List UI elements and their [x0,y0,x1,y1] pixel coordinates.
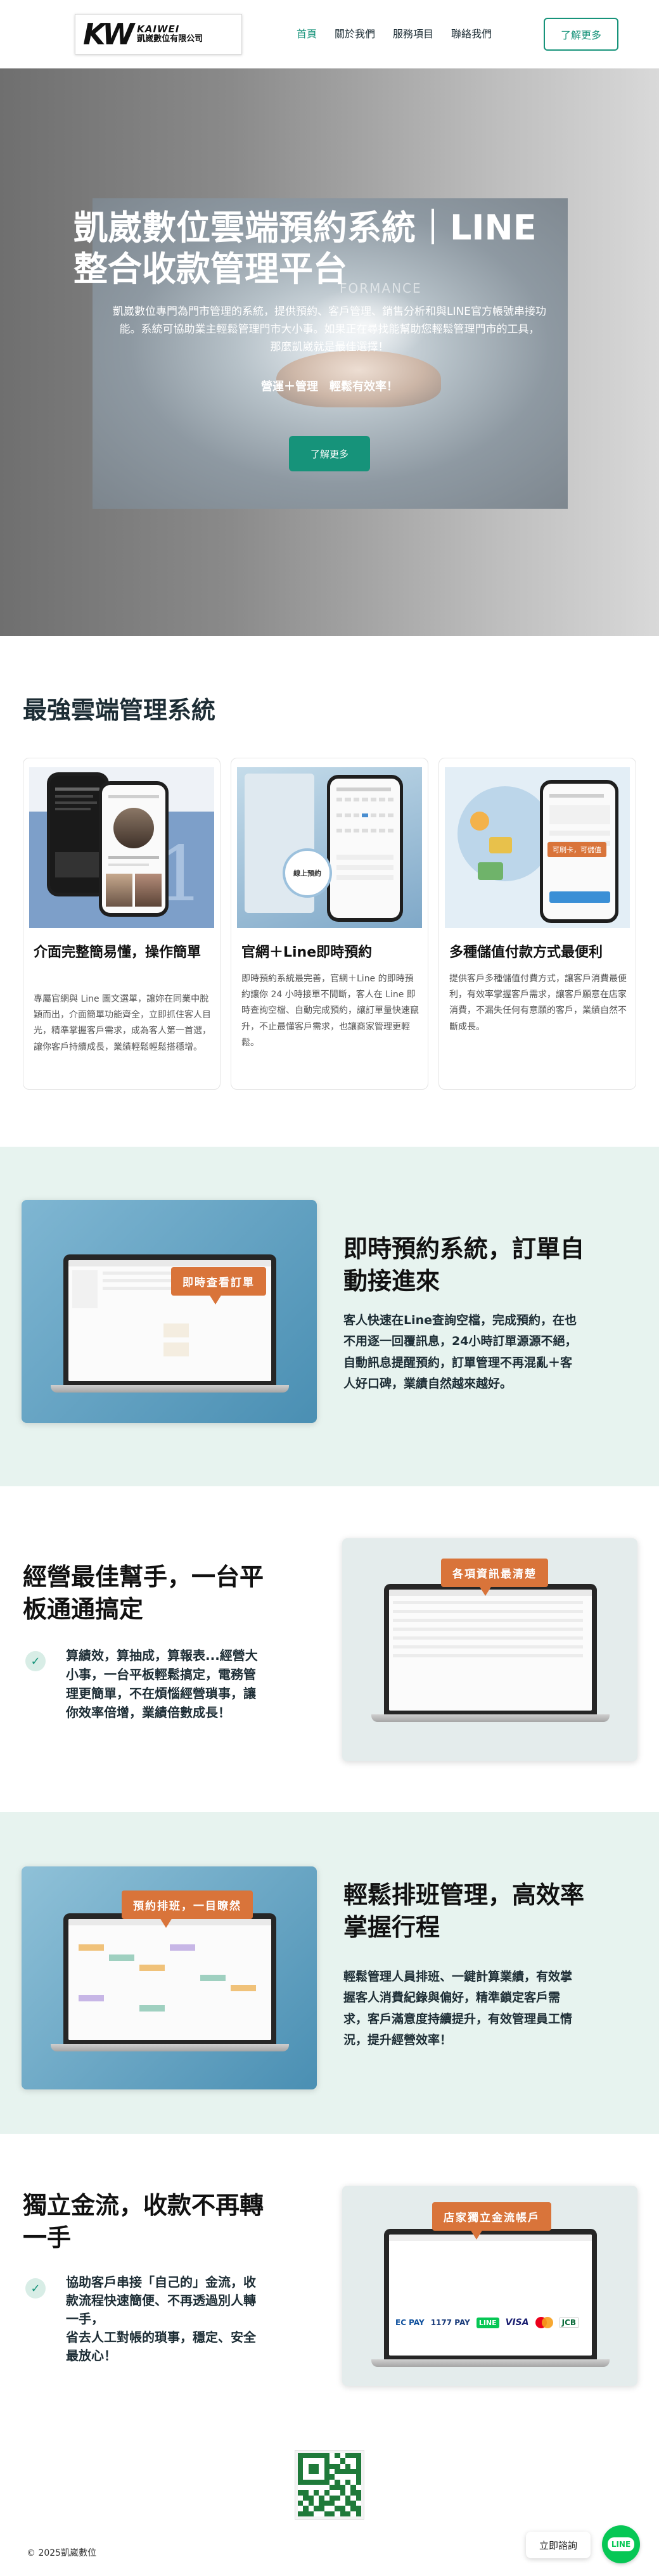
feature-payment-title-line1: 獨立金流，收款不再轉 [23,2191,264,2219]
feature-schedule-section: 預約排班，一目瞭然 輕鬆排班管理，高效率 掌握行程 輕鬆管理人員排班、一鍵計算業… [0,1812,659,2134]
card-payment-text: 提供客戶多種儲值付費方式，讓客戶消費最便利，有效率掌握客戶需求，讓客戶願意在店家… [449,974,627,1032]
feature-payment-point-line5: 最放心！ [66,2348,117,2363]
feature-booking-section: 即時查看訂單 即時預約系統，訂單自 動接進來 客人快速在Line查詢空檔，完成預… [0,1147,659,1486]
feature-schedule-text-line4: 況，提升經營效率！ [343,2032,452,2047]
hero-title: 凱崴數位雲端預約系統｜LINE 整合收款管理平台 [74,208,593,290]
feature-schedule-image: 預約排班，一目瞭然 [22,1866,317,2089]
feature-schedule-text-line1: 輕鬆管理人員排班、一鍵計算業績，有效掌 [343,1970,573,1984]
feature-booking-title: 即時預約系統，訂單自 動接進來 [343,1233,584,1298]
line-qr-code [295,2451,364,2519]
feature-payment-bubble: 店家獨立金流帳戶 [432,2202,551,2240]
feature-payment-point-line2: 款流程快速簡便、不再透過別人轉 [66,2293,256,2308]
feature-schedule-bubble: 預約排班，一目瞭然 [122,1891,253,1928]
feature-tablet-point-line3: 理更簡單，不在煩惱經營瑣事，讓 [66,1686,256,1701]
nav-contact[interactable]: 聯絡我們 [451,25,492,41]
check-icon: ✓ [25,1651,46,1671]
feature-tablet-image: 各項資訊最清楚 [342,1538,637,1761]
card-interface-image: 1 [29,767,214,928]
feature-payment-point-line4: 省去人工對帳的瑣事，穩定、安全 [66,2330,256,2345]
feature-card-interface: 1 介面完整簡易懂，操作簡單 專屬官網與 Line 圖文選單，讓妳在同業中脫穎而… [23,758,221,1090]
feature-card-booking: 線上預約 官網＋Line即時預約 即時預約系統最完善，官網＋Line 的即時預約… [231,758,428,1090]
feature-schedule-text: 輕鬆管理人員排班、一鍵計算業績，有效掌 握客人消費紀錄與偏好，精準鎖定客戶需 求… [343,1967,572,2051]
feature-booking-text: 客人快速在Line查詢空檔，完成預約，在也 不用逐一回覆訊息，24小時訂單源源不… [343,1310,577,1394]
feature-booking-text-line2: 不用逐一回覆訊息，24小時訂單源源不絕， [343,1334,577,1349]
feature-tablet-point: 算績效，算抽成，算報表...經營大 小事，一台平板輕鬆搞定，電務管 理更簡單，不… [66,1646,258,1722]
feature-schedule-title-line2: 掌握行程 [343,1913,440,1942]
feature-payment-title-line2: 一手 [23,2224,72,2252]
nav-home[interactable]: 首頁 [297,25,317,41]
feature-tablet-title-line1: 經營最佳幫手，一台平 [23,1563,264,1591]
hero-title-line1: 凱崴數位雲端預約系統｜LINE [74,208,537,248]
hero-section: FORMANCE 凱崴數位雲端預約系統｜LINE 整合收款管理平台 凱崴數位專門… [0,68,659,636]
card-payment-title: 多種儲值付款方式最便利 [449,945,603,960]
logo-mark: KW [83,17,134,51]
copyright: © 2025凱崴數位 [27,2548,97,2558]
mastercard-logo [535,2317,553,2328]
feature-booking-text-line3: 自動訊息提醒預約，訂單管理不再混亂＋客 [343,1355,573,1370]
feature-tablet-point-line2: 小事，一台平板輕鬆搞定，電務管 [66,1667,256,1682]
feature-card-payment: 可刷卡，可儲值 多種儲值付款方式最便利 提供客戶多種儲值付費方式，讓客戶消費最便… [438,758,636,1090]
site-header: KW KAIWEI 凱崴數位有限公司 首頁 關於我們 服務項目 聯絡我們 了解更… [0,0,659,68]
line-pay-logo: LINE [476,2317,499,2328]
hero-description: 凱崴數位專門為門市管理的系統，提供預約、客戶管理、銷售分析和與LINE官方帳號串… [70,303,589,356]
1177pay-logo: 1177 PAY [430,2318,470,2327]
ecpay-logo: EC PAY [395,2318,425,2327]
hero-desc-line2: 能。系統可協助業主輕鬆管理門市大小事。如果正在尋找能幫助您輕鬆管理門市的工具， [119,323,540,336]
visa-logo: VISA [505,2318,529,2328]
feature-payment-point: 協助客戶串接「自己的」金流，收 款流程快速簡便、不再透過別人轉 一手， 省去人工… [66,2273,256,2365]
section-cloud-title: 最強雲端管理系統 [23,696,216,724]
feature-booking-bubble: 即時查看訂單 [171,1267,266,1304]
check-icon: ✓ [25,2278,46,2299]
feature-tablet-point-line4: 你效率倍增，業績倍數成長！ [66,1705,231,1720]
logo-text: KAIWEI 凱崴數位有限公司 [137,23,203,44]
feature-payment-point-line3: 一手， [66,2311,104,2326]
card-booking-badge: 線上預約 [293,869,321,877]
card-booking-image: 線上預約 [237,767,422,928]
feature-tablet-title: 經營最佳幫手，一台平 板通通搞定 [23,1561,264,1626]
hero-desc-line3: 那麼凱崴就是最佳選擇！ [270,341,389,354]
card-interface-text: 專屬官網與 Line 圖文選單，讓妳在同業中脫穎而出，介面簡單功能齊全，立即抓住… [34,994,211,1052]
feature-payment-image: EC PAY 1177 PAY LINE VISA JCB 店家獨立金流帳戶 [342,2186,637,2386]
card-booking-title: 官網＋Line即時預約 [241,945,373,960]
nav-about[interactable]: 關於我們 [335,25,375,41]
logo-mark-text: KW [83,17,134,51]
hero-learn-more-button[interactable]: 了解更多 [289,436,370,471]
feature-tablet-bubble: 各項資訊最清楚 [441,1559,548,1596]
consult-button[interactable]: 立即諮詢 [526,2532,591,2558]
card-payment-image: 可刷卡，可儲值 [445,767,630,928]
card-interface-title: 介面完整簡易懂，操作簡單 [34,945,202,960]
line-chat-button[interactable]: LINE [602,2525,640,2563]
feature-tablet-section: 經營最佳幫手，一台平 板通通搞定 ✓ 算績效，算抽成，算報表...經營大 小事，… [0,1486,659,1812]
feature-schedule-title-line1: 輕鬆排班管理，高效率 [343,1881,585,1909]
feature-booking-text-line4: 人好口碑，業績自然越來越好。 [343,1376,513,1391]
hero-title-line2: 整合收款管理平台 [74,248,347,289]
logo-en: KAIWEI [137,23,180,35]
nav-services[interactable]: 服務項目 [393,25,433,41]
card-payment-badge: 可刷卡，可儲值 [547,842,606,857]
header-learn-more-button[interactable]: 了解更多 [544,18,618,51]
feature-payment-point-line1: 協助客戶串接「自己的」金流，收 [66,2274,256,2290]
logo[interactable]: KW KAIWEI 凱崴數位有限公司 [75,14,242,54]
feature-schedule-text-line2: 握客人消費紀錄與偏好，精準鎖定客戶需 [343,1991,561,2005]
hero-desc-line1: 凱崴數位專門為門市管理的系統，提供預約、客戶管理、銷售分析和與LINE官方帳號串… [113,305,546,318]
feature-schedule-text-line3: 求，客戶滿意度持續提升，有效管理員工情 [343,2012,573,2026]
jcb-logo: JCB [559,2318,579,2328]
card-booking-text: 即時預約系統最完善，官網＋Line 的即時預約讓你 24 小時接單不間斷，客人在… [241,974,419,1048]
feature-tablet-title-line2: 板通通搞定 [23,1595,144,1624]
feature-booking-text-line1: 客人快速在Line查詢空檔，完成預約，在也 [343,1313,577,1327]
feature-schedule-title: 輕鬆排班管理，高效率 掌握行程 [343,1879,584,1944]
hero-tagline: 營運＋管理 輕鬆有效率！ [261,380,398,393]
logo-zh: 凱崴數位有限公司 [137,34,203,44]
feature-tablet-point-line1: 算績效，算抽成，算報表...經營大 [66,1648,258,1663]
feature-booking-title-line2: 動接進來 [343,1267,440,1296]
line-icon: LINE [607,2537,635,2551]
feature-booking-title-line1: 即時預約系統，訂單自 [343,1235,585,1263]
feature-booking-image: 即時查看訂單 [22,1200,317,1423]
main-nav: 首頁 關於我們 服務項目 聯絡我們 [297,25,492,41]
feature-payment-title: 獨立金流，收款不再轉 一手 [23,2190,264,2255]
feature-payment-section: 獨立金流，收款不再轉 一手 ✓ 協助客戶串接「自己的」金流，收 款流程快速簡便、… [0,2134,659,2406]
